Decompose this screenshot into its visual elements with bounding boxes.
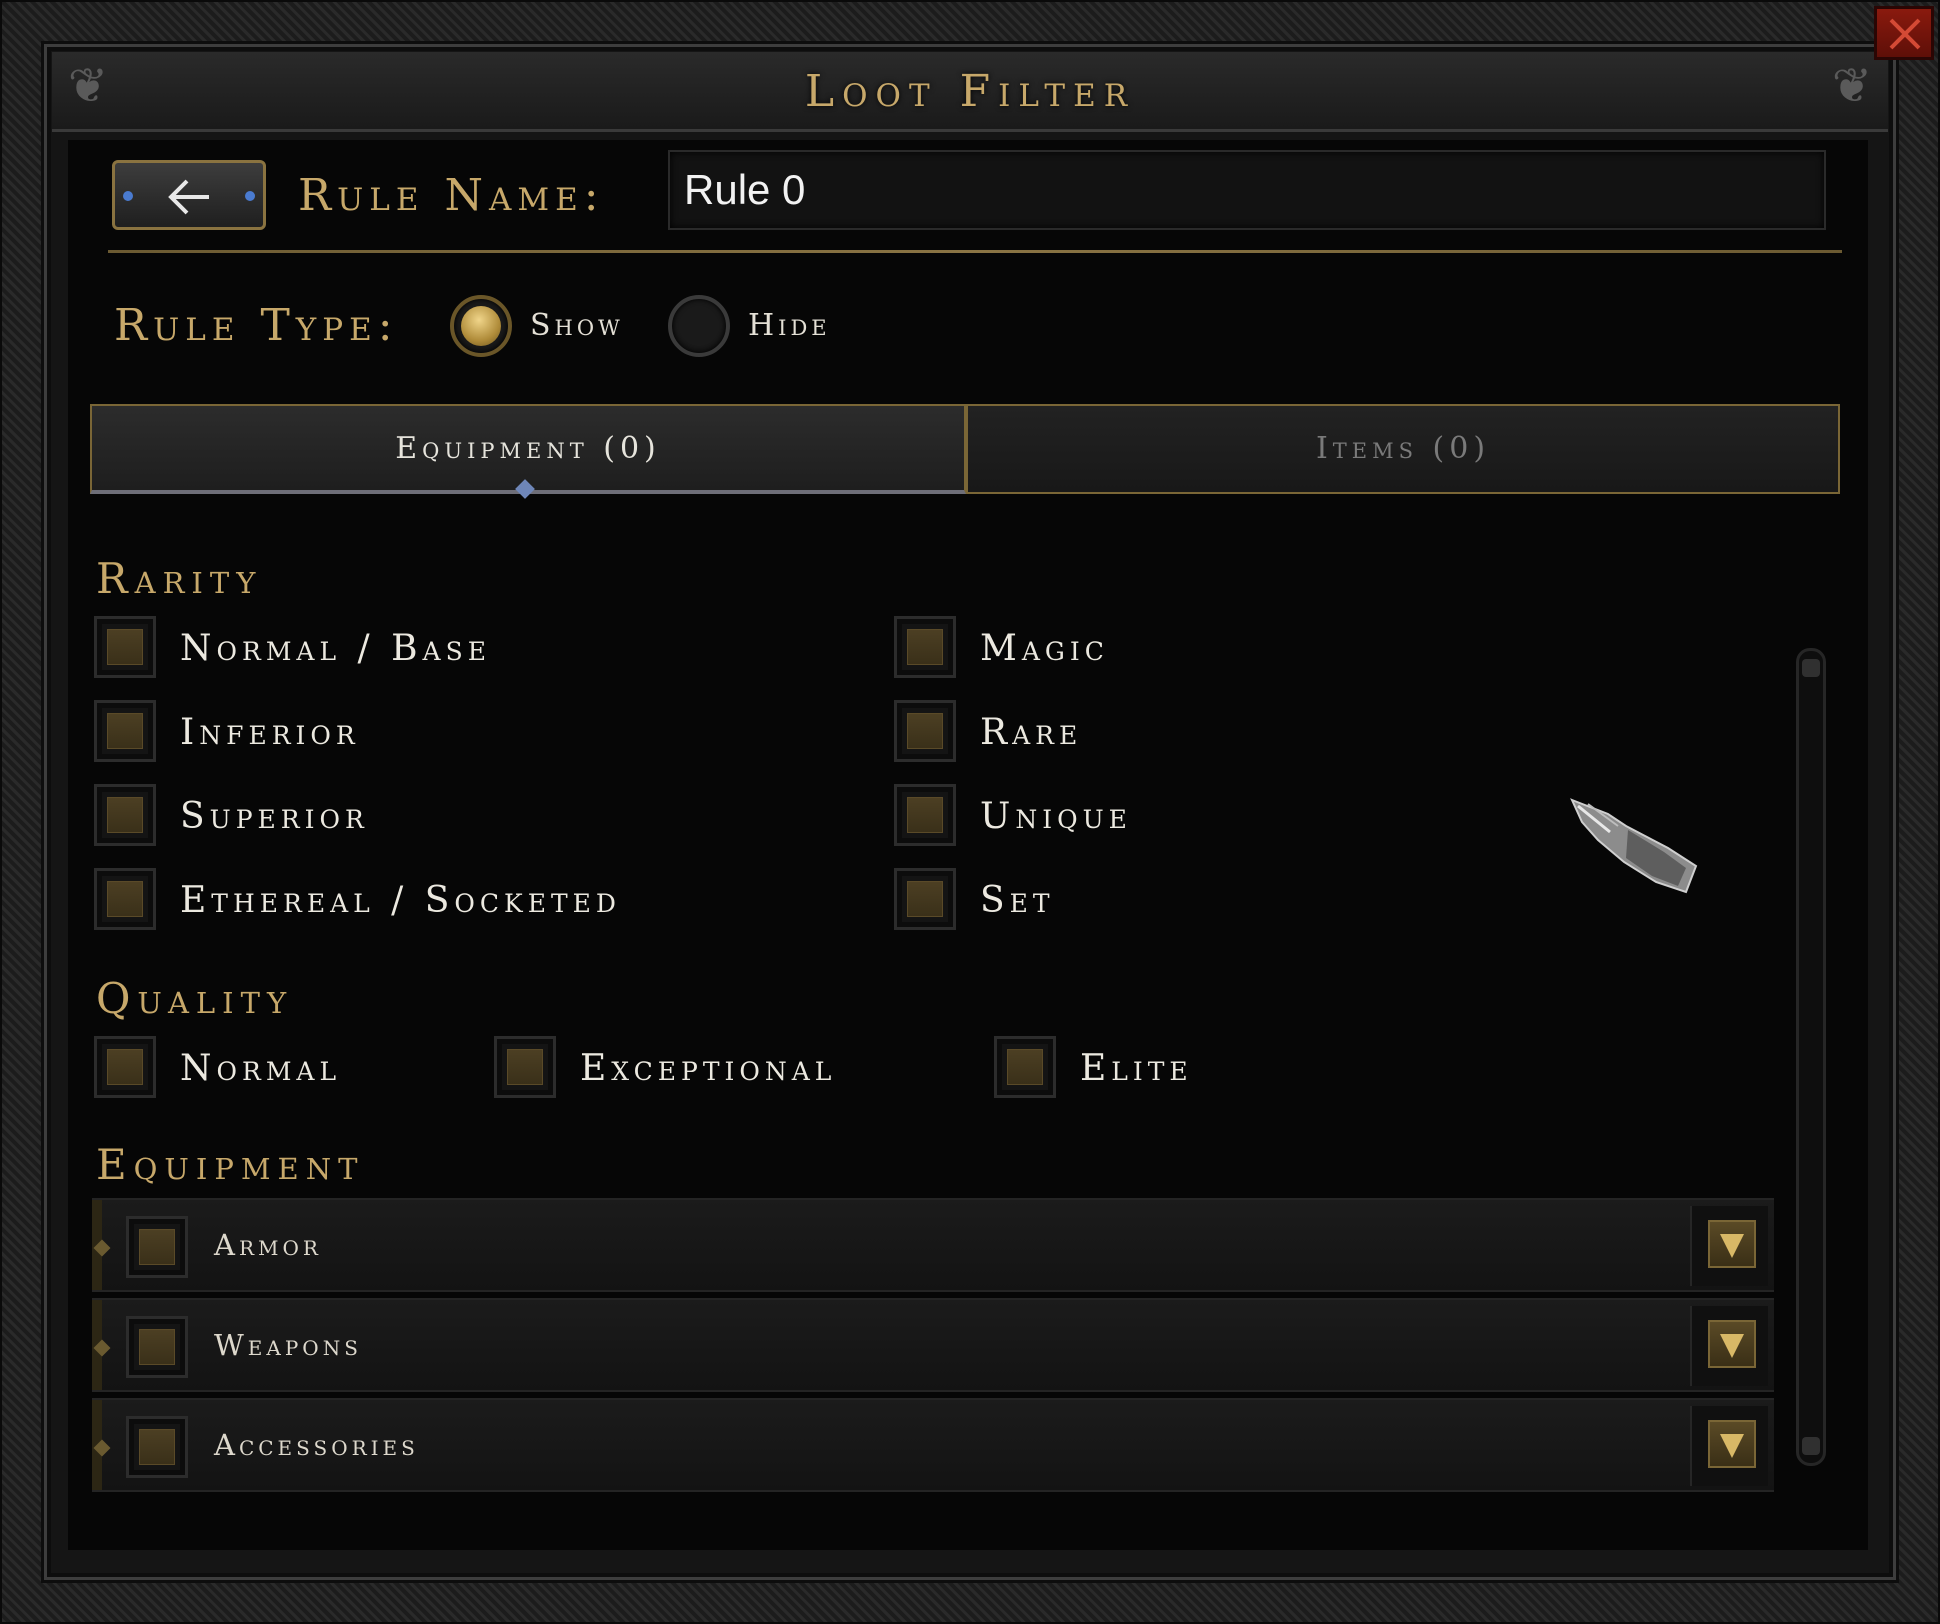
radio-show[interactable]	[450, 295, 512, 357]
tab-items-label: Items (0)	[1315, 431, 1491, 466]
triangle-down-icon	[1720, 1234, 1744, 1258]
radio-hide[interactable]	[668, 295, 730, 357]
radio-hide-label[interactable]: Hide	[748, 304, 831, 348]
equipment-row-label: Armor	[214, 1228, 322, 1262]
equipment-row-armor: Armor	[92, 1198, 1774, 1292]
gem-icon	[245, 191, 255, 201]
triangle-down-icon	[1720, 1334, 1744, 1358]
scroll-up-icon	[1802, 659, 1820, 677]
option-label: Elite	[1080, 1048, 1193, 1089]
scroll-down-icon	[1802, 1437, 1820, 1455]
checkbox-armor[interactable]	[126, 1216, 188, 1278]
radio-selected-indicator	[461, 306, 501, 346]
checkbox-quality-elite[interactable]	[994, 1036, 1056, 1098]
tab-items[interactable]: Items (0)	[966, 404, 1840, 494]
equipment-row-accessories: Accessories	[92, 1398, 1774, 1492]
divider	[108, 250, 1842, 253]
rule-name-label: Rule Name:	[298, 170, 605, 221]
title-bar: Loot Filter	[52, 52, 1888, 132]
triangle-down-icon	[1720, 1434, 1744, 1458]
rule-name-input[interactable]	[668, 150, 1826, 230]
expand-button[interactable]	[1690, 1206, 1768, 1286]
back-button[interactable]	[112, 160, 266, 230]
equipment-heading: Equipment	[96, 1140, 365, 1189]
equipment-row-weapons: Weapons	[92, 1298, 1774, 1392]
tab-equipment[interactable]: Equipment (0)	[90, 404, 966, 494]
gem-icon	[123, 191, 133, 201]
checkbox-rare[interactable]	[894, 700, 956, 762]
checkbox-quality-normal[interactable]	[94, 1036, 156, 1098]
equipment-row-label: Weapons	[214, 1328, 362, 1362]
scrollbar[interactable]	[1796, 648, 1826, 1466]
checkbox-inferior[interactable]	[94, 700, 156, 762]
checkbox-ethereal-socketed[interactable]	[94, 868, 156, 930]
gauntlet-cursor-icon	[1570, 798, 1698, 894]
checkbox-set[interactable]	[894, 868, 956, 930]
checkbox-unique[interactable]	[894, 784, 956, 846]
radio-show-label[interactable]: Show	[530, 304, 624, 348]
option-label: Rare	[980, 712, 1083, 753]
checkbox-weapons[interactable]	[126, 1316, 188, 1378]
option-label: Superior	[180, 796, 369, 837]
option-label: Ethereal / Socketed	[180, 880, 621, 921]
close-x-icon	[1889, 18, 1921, 50]
quality-heading: Quality	[96, 974, 294, 1023]
option-label: Exceptional	[580, 1048, 837, 1089]
option-label: Set	[980, 880, 1055, 921]
arrow-left-icon	[168, 179, 209, 215]
expand-button[interactable]	[1690, 1406, 1768, 1486]
checkbox-quality-exceptional[interactable]	[494, 1036, 556, 1098]
checkbox-magic[interactable]	[894, 616, 956, 678]
equipment-row-label: Accessories	[214, 1428, 419, 1462]
checkbox-superior[interactable]	[94, 784, 156, 846]
option-label: Magic	[980, 628, 1109, 669]
option-label: Inferior	[180, 712, 360, 753]
rule-type-label: Rule Type:	[114, 300, 399, 351]
option-label: Unique	[980, 796, 1132, 837]
tab-equipment-label: Equipment (0)	[395, 431, 661, 466]
corner-ornament-icon: ❦	[67, 58, 109, 114]
option-label: Normal	[180, 1048, 342, 1089]
checkbox-accessories[interactable]	[126, 1416, 188, 1478]
checkbox-normal-base[interactable]	[94, 616, 156, 678]
expand-button[interactable]	[1690, 1306, 1768, 1386]
window-title: Loot Filter	[804, 66, 1136, 117]
option-label: Normal / Base	[180, 628, 491, 669]
rarity-heading: Rarity	[96, 554, 263, 603]
corner-ornament-icon: ❦	[1831, 58, 1873, 114]
close-button[interactable]	[1874, 6, 1934, 60]
